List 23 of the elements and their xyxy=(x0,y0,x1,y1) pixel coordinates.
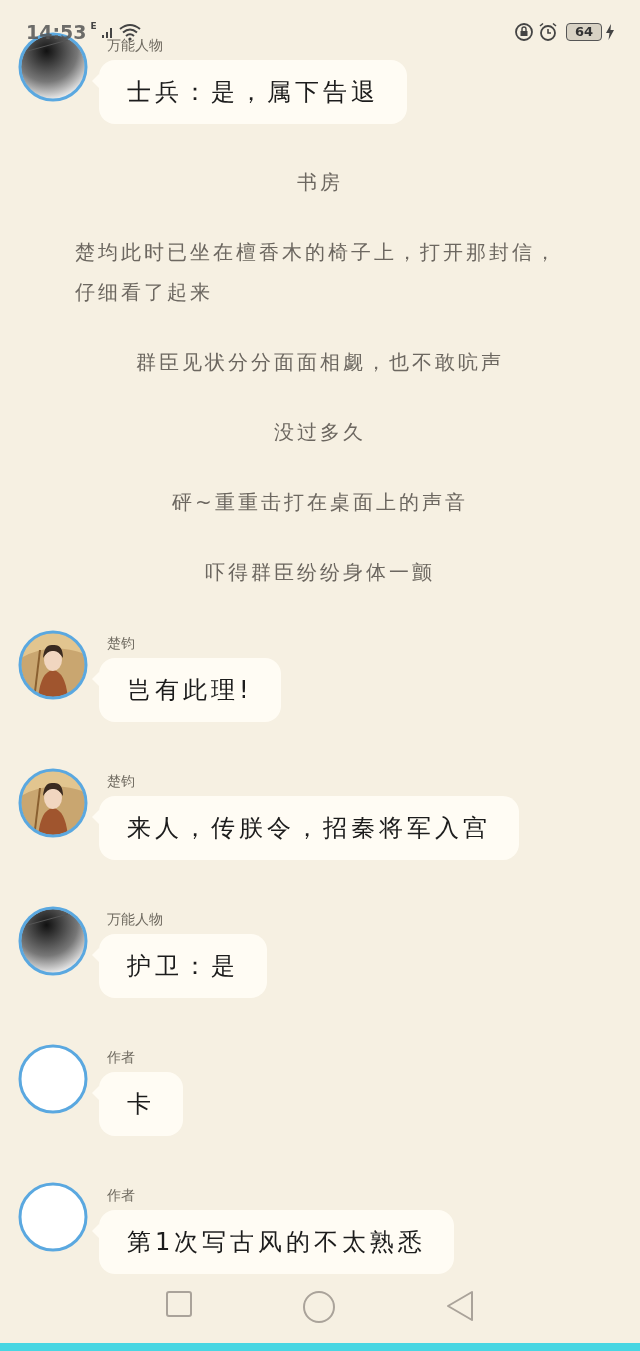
signal-icon xyxy=(100,25,115,39)
narration-text: 吓得群臣纷纷身体一颤 xyxy=(204,559,436,586)
back-icon[interactable] xyxy=(445,1290,476,1322)
sender-name: 万能人物 xyxy=(107,36,164,55)
battery-level: 64 xyxy=(565,23,602,41)
narration-text: 群臣见状分分面面相觑，也不敢吭声 xyxy=(135,349,505,376)
sender-name: 楚钧 xyxy=(107,634,136,653)
narration-text: 书房 xyxy=(296,169,344,196)
recents-icon[interactable] xyxy=(164,1290,193,1318)
narration-text: 楚均此时已坐在檀香木的椅子上，打开那封信，仔细看了起来 xyxy=(75,239,559,306)
narration-text: 砰~重重击打在桌面上的声音 xyxy=(171,489,469,516)
charging-icon xyxy=(606,24,614,40)
alarm-icon xyxy=(537,22,558,42)
avatar xyxy=(18,1044,88,1114)
sender-name: 作者 xyxy=(107,1186,136,1205)
avatar xyxy=(18,1182,88,1252)
sender-name: 作者 xyxy=(107,1048,136,1067)
sender-name: 楚钧 xyxy=(107,772,136,791)
home-icon[interactable] xyxy=(302,1290,336,1324)
network-type: E xyxy=(90,21,97,31)
lock-rotation-icon xyxy=(513,22,534,42)
sender-name: 万能人物 xyxy=(107,910,164,929)
narration-text: 没过多久 xyxy=(273,419,367,446)
